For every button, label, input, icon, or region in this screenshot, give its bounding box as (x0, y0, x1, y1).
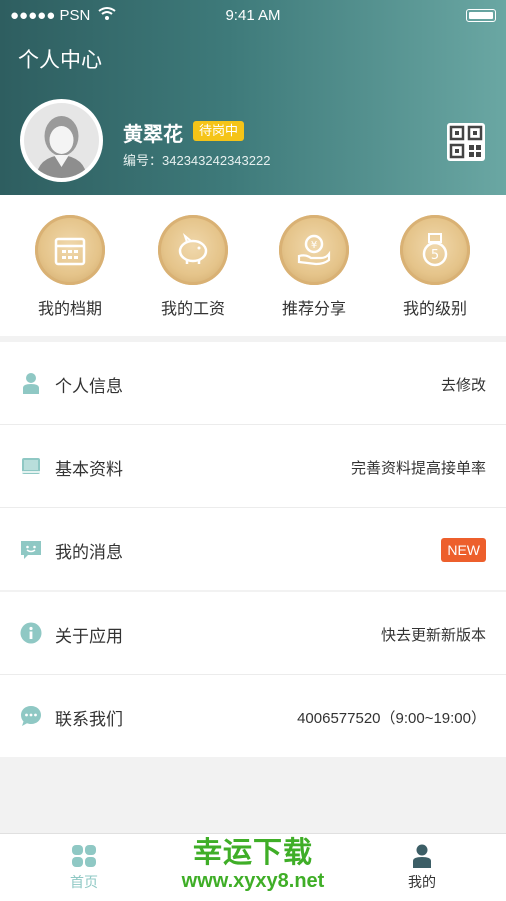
quick-item-level[interactable]: 5 我的级别 (385, 215, 485, 319)
medal-icon: 5 (422, 233, 448, 267)
person-icon (23, 373, 39, 394)
quick-item-label: 我的档期 (37, 301, 102, 318)
page-title: 个人中心 (18, 49, 102, 72)
svg-text:5: 5 (431, 248, 439, 263)
battery-icon (466, 9, 496, 22)
tab-bar: 首页 我的 (0, 833, 506, 901)
new-badge: NEW (441, 538, 486, 562)
message-icon (21, 541, 41, 559)
qr-code-button[interactable] (447, 123, 485, 161)
quick-item-label: 我的工资 (160, 301, 225, 318)
menu-row-value: 完善资料提高接单率 (350, 460, 486, 477)
user-name: 黄翠花 (123, 124, 183, 146)
menu-row-value: 4006577520（9:00~19:00） (297, 710, 486, 727)
menu-row-value: 快去更新新版本 (380, 627, 486, 644)
user-icon (413, 844, 431, 868)
qr-code-icon (449, 125, 483, 159)
avatar-placeholder-icon (24, 103, 99, 178)
book-icon (22, 458, 40, 474)
chat-icon (21, 706, 41, 726)
home-grid-icon (72, 845, 96, 867)
menu-row-label: 基本资料 (55, 460, 123, 479)
tab-label: 首页 (70, 874, 98, 890)
menu-row-contact[interactable]: 联系我们 4006577520（9:00~19:00） (0, 675, 506, 757)
avatar[interactable] (20, 99, 103, 182)
menu-row-about[interactable]: 关于应用 快去更新新版本 (0, 592, 506, 675)
coin-hand-icon: ¥ (297, 234, 331, 266)
quick-item-label: 推荐分享 (281, 301, 346, 318)
info-icon (20, 622, 42, 644)
quick-item-salary[interactable]: 我的工资 (143, 215, 243, 319)
status-badge: 待岗中 (193, 121, 245, 141)
menu-row-label: 联系我们 (55, 710, 123, 729)
tab-label: 我的 (408, 874, 436, 890)
menu-row-messages[interactable]: 我的消息 NEW (0, 508, 506, 590)
calendar-icon (54, 237, 86, 266)
menu-row-label: 个人信息 (55, 377, 123, 396)
menu-row-basic-info[interactable]: 基本资料 完善资料提高接单率 (0, 425, 506, 508)
status-bar: ●●●●● PSN 9:41 AM (0, 5, 506, 27)
piggy-bank-icon (178, 232, 208, 264)
menu-row-label: 我的消息 (55, 543, 123, 562)
quick-item-share[interactable]: ¥ 推荐分享 (264, 215, 364, 319)
quick-item-schedule[interactable]: 我的档期 (20, 215, 120, 319)
menu-row-value: 去修改 (440, 377, 486, 394)
user-id: 编号：342343242343222 (123, 153, 271, 168)
quick-item-label: 我的级别 (402, 301, 467, 318)
svg-text:¥: ¥ (311, 240, 317, 251)
menu-row-personal-info[interactable]: 个人信息 去修改 (0, 342, 506, 425)
profile-header: ●●●●● PSN 9:41 AM 个人中心 黄翠花 待岗中 编号：342343… (0, 0, 506, 195)
clock: 9:41 AM (225, 7, 281, 24)
quick-actions: 我的档期 我的工资 ¥ 推荐分享 5 我的级别 (0, 195, 506, 336)
tab-mine[interactable]: 我的 (382, 844, 462, 892)
menu-section-app: 关于应用 快去更新新版本 联系我们 4006577520（9:00~19:00） (0, 592, 506, 757)
tab-home[interactable]: 首页 (44, 844, 124, 892)
menu-section-account: 个人信息 去修改 基本资料 完善资料提高接单率 我的消息 NEW (0, 342, 506, 590)
menu-row-label: 关于应用 (55, 627, 123, 646)
